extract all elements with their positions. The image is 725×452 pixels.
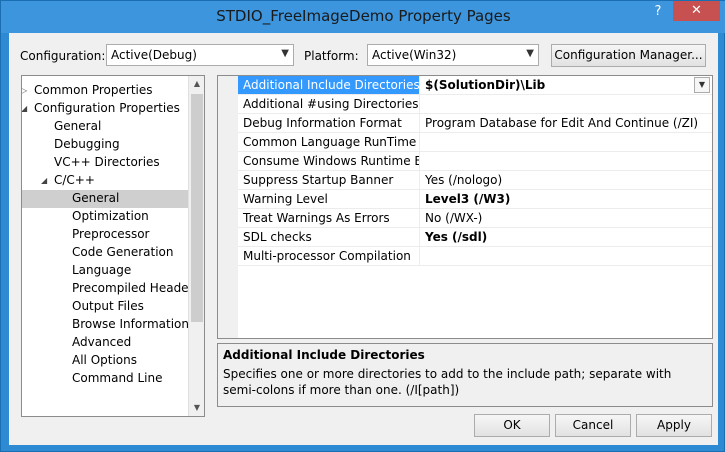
property-row[interactable]: Suppress Startup Banner Yes (/nologo)	[238, 171, 712, 190]
tree-item-label: C/C++	[54, 173, 95, 187]
property-value[interactable]: Level3 (/W3)	[421, 190, 712, 208]
collapse-icon[interactable]: ◢	[41, 172, 47, 189]
tree-item[interactable]: General	[22, 118, 188, 136]
property-value[interactable]: No (/WX-)	[421, 209, 712, 227]
tree-item-label: Code Generation	[72, 245, 174, 259]
property-grid[interactable]: Additional Include Directories $(Solution…	[217, 75, 713, 339]
property-value[interactable]: Yes (/sdl)	[421, 228, 712, 246]
scroll-up-icon[interactable]: ▲	[189, 76, 204, 92]
title-bar[interactable]: STDIO_FreeImageDemo Property Pages ? ✕	[1, 1, 725, 33]
property-name[interactable]: Suppress Startup Banner	[238, 171, 420, 189]
tree-item-label: Common Properties	[34, 83, 153, 97]
scroll-thumb[interactable]	[191, 94, 203, 322]
property-pages-window: STDIO_FreeImageDemo Property Pages ? ✕ C…	[0, 0, 725, 452]
apply-button[interactable]: Apply	[636, 414, 712, 437]
property-tree[interactable]: ▷ Common Properties ◢ Configuration Propert…	[21, 75, 205, 417]
grid-gutter	[218, 76, 238, 338]
tree-item-label: Language	[72, 263, 132, 277]
property-name[interactable]: Debug Information Format	[238, 114, 420, 132]
property-row[interactable]: Multi-processor Compilation	[238, 247, 712, 266]
property-name[interactable]: Warning Level	[238, 190, 420, 208]
tree-item[interactable]: ◢ Configuration Properties	[22, 100, 188, 118]
chevron-down-icon[interactable]: ▼	[694, 77, 710, 93]
tree-item-label: Precompiled Heade	[72, 281, 189, 295]
tree-item[interactable]: Precompiled Heade	[22, 280, 189, 298]
property-name[interactable]: Consume Windows Runtime Exte	[238, 152, 420, 170]
tree-item-label: Browse Information	[72, 317, 189, 331]
property-name[interactable]: Common Language RunTime Sup	[238, 133, 420, 151]
chevron-down-icon: ▼	[281, 48, 289, 59]
property-value[interactable]: $(SolutionDir)\Lib	[421, 76, 712, 94]
tree-item-label: General	[54, 119, 102, 133]
property-row[interactable]: Additional #using Directories	[238, 95, 712, 114]
platform-combo-value: Active(Win32)	[372, 48, 457, 62]
tree-item[interactable]: Command Line	[22, 370, 188, 388]
close-button[interactable]: ✕	[673, 1, 720, 21]
property-row[interactable]: Warning Level Level3 (/W3)	[238, 190, 712, 209]
platform-combo[interactable]: Active(Win32) ▼	[367, 44, 539, 66]
description-title: Additional Include Directories	[223, 348, 425, 362]
tree-item-label: Debugging	[54, 137, 120, 151]
window-title: STDIO_FreeImageDemo Property Pages	[216, 7, 511, 25]
tree-item[interactable]: Language	[22, 262, 188, 280]
tree-item-label: Preprocessor	[72, 227, 150, 241]
tree-item-label: VC++ Directories	[54, 155, 160, 169]
tree-item[interactable]: All Options	[22, 352, 188, 370]
tree-item[interactable]: Output Files	[22, 298, 188, 316]
tree-item[interactable]: Preprocessor	[22, 226, 188, 244]
collapse-icon[interactable]: ◢	[22, 100, 27, 117]
tree-item[interactable]: VC++ Directories	[22, 154, 188, 172]
configuration-combo[interactable]: Active(Debug) ▼	[106, 44, 294, 66]
property-value[interactable]	[421, 152, 712, 170]
property-value[interactable]	[421, 95, 712, 113]
property-row[interactable]: Debug Information Format Program Database…	[238, 114, 712, 133]
tree-item[interactable]: ◢ C/C++	[22, 172, 188, 190]
tree-item-label: All Options	[72, 353, 137, 367]
tree-item[interactable]: Optimization	[22, 208, 188, 226]
dialog-client-area: Configuration: Active(Debug) ▼ Platform:…	[9, 33, 718, 445]
tree-item[interactable]: Code Generation	[22, 244, 188, 262]
tree-item-label: Output Files	[72, 299, 144, 313]
tree-item[interactable]: ▷ Common Properties	[22, 82, 188, 100]
tree-item-label: Command Line	[72, 371, 163, 385]
property-name[interactable]: SDL checks	[238, 228, 420, 246]
property-row[interactable]: Additional Include Directories $(Solution…	[238, 76, 712, 95]
description-text: Specifies one or more directories to add…	[223, 367, 672, 397]
property-row[interactable]: Treat Warnings As Errors No (/WX-)	[238, 209, 712, 228]
property-value[interactable]	[421, 247, 712, 265]
tree-item-label: Configuration Properties	[34, 101, 180, 115]
chevron-down-icon: ▼	[526, 48, 534, 59]
property-name[interactable]: Additional #using Directories	[238, 95, 420, 113]
property-row[interactable]: Consume Windows Runtime Exte	[238, 152, 712, 171]
configuration-label: Configuration:	[20, 49, 106, 63]
property-name[interactable]: Additional Include Directories	[238, 76, 420, 94]
tree-item[interactable]: Debugging	[22, 136, 188, 154]
tree-item-label: Optimization	[72, 209, 149, 223]
tree-item-label: Advanced	[72, 335, 132, 349]
tree-scrollbar[interactable]: ▲ ▼	[188, 76, 204, 416]
help-button[interactable]: ?	[645, 3, 671, 21]
property-name[interactable]: Treat Warnings As Errors	[238, 209, 420, 227]
property-row[interactable]: Common Language RunTime Sup	[238, 133, 712, 152]
tree-item[interactable]: Browse Information	[22, 316, 189, 334]
configuration-combo-value: Active(Debug)	[111, 48, 197, 62]
ok-button[interactable]: OK	[474, 414, 550, 437]
tree-item[interactable]: General	[22, 190, 188, 208]
tree-item-label: General	[72, 191, 120, 205]
configuration-manager-button[interactable]: Configuration Manager...	[551, 44, 706, 67]
property-value[interactable]	[421, 133, 712, 151]
property-name[interactable]: Multi-processor Compilation	[238, 247, 420, 265]
property-value[interactable]: Yes (/nologo)	[421, 171, 712, 189]
property-row[interactable]: SDL checks Yes (/sdl)	[238, 228, 712, 247]
description-panel: Additional Include Directories Specifies…	[217, 343, 713, 407]
tree-item[interactable]: Advanced	[22, 334, 188, 352]
cancel-button[interactable]: Cancel	[555, 414, 631, 437]
scroll-down-icon[interactable]: ▼	[189, 400, 204, 416]
expand-icon[interactable]: ▷	[22, 82, 27, 99]
platform-label: Platform:	[304, 49, 359, 63]
property-value[interactable]: Program Database for Edit And Continue (…	[421, 114, 712, 132]
